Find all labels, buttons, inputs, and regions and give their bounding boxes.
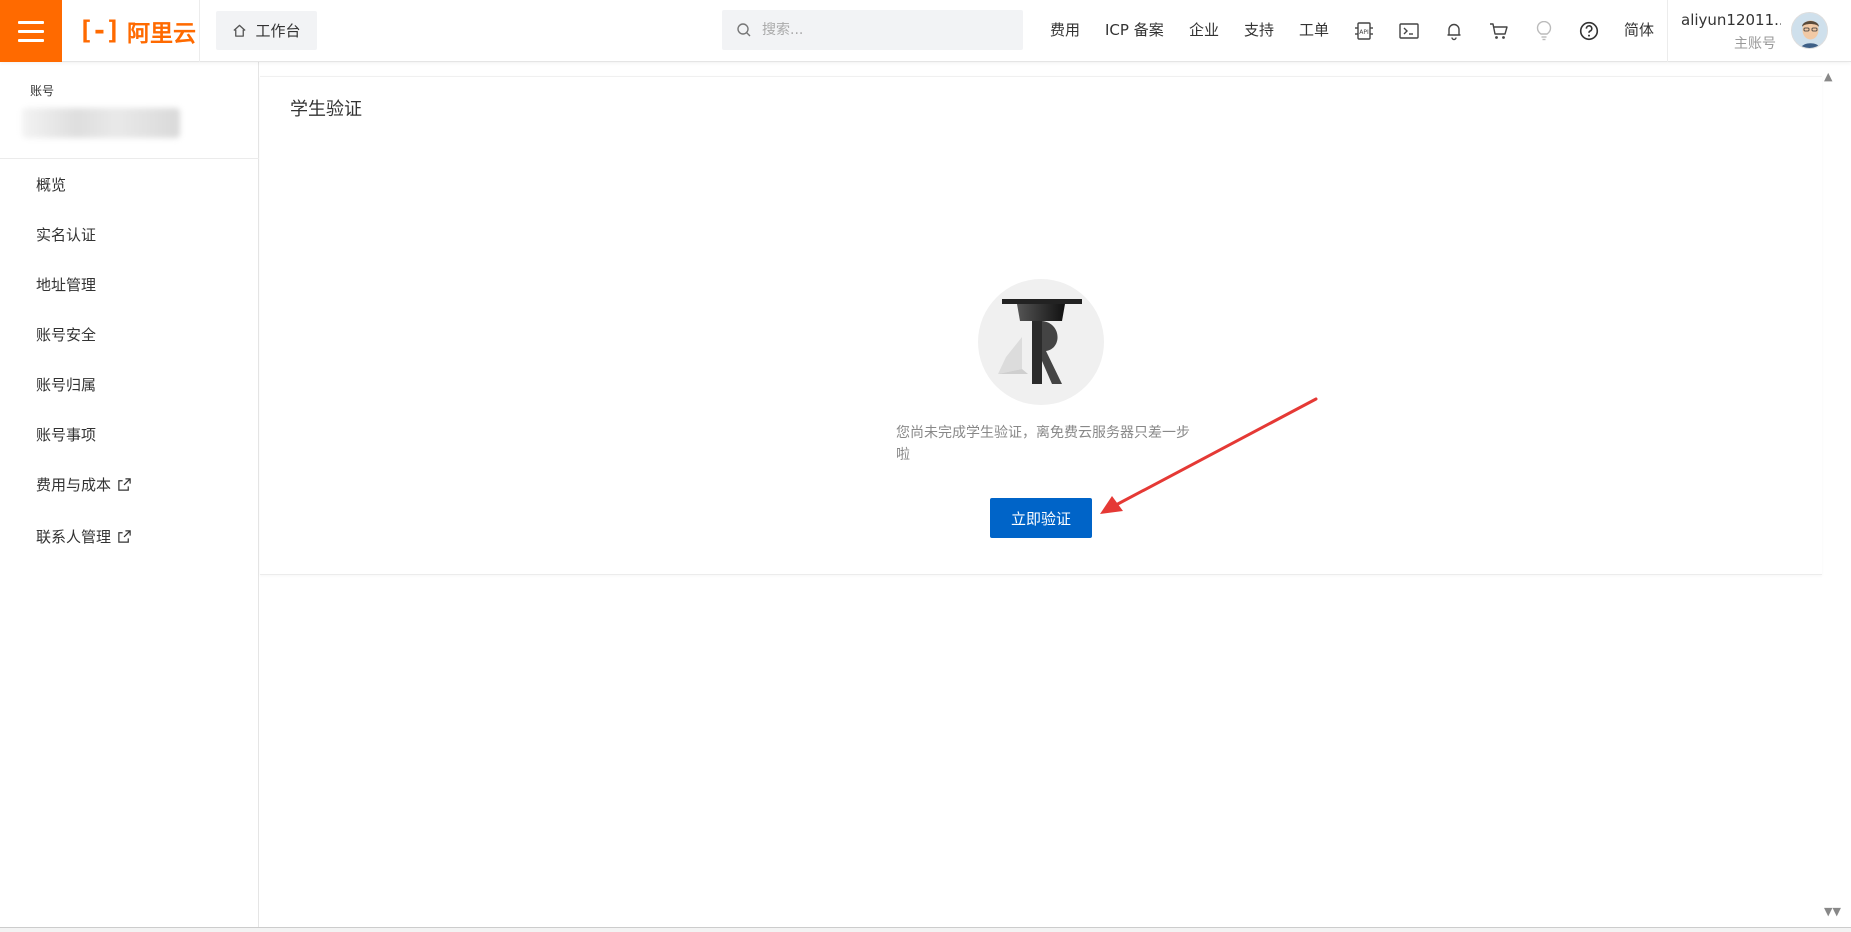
nav-enterprise[interactable]: 企业 — [1189, 19, 1219, 40]
avatar-image — [1792, 13, 1827, 48]
sidebar-item-label: 账号安全 — [36, 326, 97, 344]
sidebar-item-security[interactable]: 账号安全 — [36, 324, 96, 345]
sidebar-item-real-name-auth[interactable]: 实名认证 — [36, 224, 96, 245]
nav-support[interactable]: 支持 — [1244, 19, 1274, 40]
external-link-icon — [118, 478, 131, 491]
scroll-down-arrow[interactable]: ▼▼ — [1824, 905, 1841, 918]
sidebar-item-label: 账号归属 — [36, 376, 97, 394]
sidebar-item-overview[interactable]: 概览 — [36, 174, 66, 195]
search-icon — [737, 23, 751, 37]
sidebar-item-account-matters[interactable]: 账号事项 — [36, 424, 96, 445]
menu-button[interactable] — [0, 0, 62, 62]
logo-mark: [-] — [78, 16, 121, 46]
sidebar-item-address[interactable]: 地址管理 — [36, 274, 96, 295]
menu-icon-line — [18, 29, 44, 33]
user-role: 主账号 — [1734, 36, 1776, 52]
nav-cost[interactable]: 费用 — [1050, 19, 1080, 40]
language-switch[interactable]: 简体 — [1624, 19, 1654, 40]
sidebar-item-ownership[interactable]: 账号归属 — [36, 374, 96, 395]
avatar[interactable] — [1791, 12, 1828, 49]
divider — [0, 158, 259, 159]
external-link-icon — [118, 530, 131, 543]
nav-ticket[interactable]: 工单 — [1299, 19, 1329, 40]
workbench-button[interactable]: 工作台 — [216, 11, 317, 50]
user-name[interactable]: aliyun12011... — [1681, 11, 1781, 29]
help-icon[interactable] — [1577, 19, 1601, 43]
nav-icp-filing[interactable]: ICP 备案 — [1105, 19, 1164, 40]
graduation-cap-illustration — [978, 279, 1104, 405]
terminal-icon[interactable] — [1397, 19, 1421, 43]
lightbulb-icon[interactable] — [1532, 19, 1556, 43]
sidebar-item-cost[interactable]: 费用与成本 — [36, 474, 132, 495]
logo-text: 阿里云 — [126, 21, 196, 47]
api-icon[interactable]: API — [1352, 19, 1376, 43]
menu-icon-line — [18, 20, 44, 24]
search-box[interactable] — [722, 10, 1023, 50]
sidebar-item-label: 费用与成本 — [36, 476, 112, 494]
home-icon — [233, 24, 247, 37]
account-label: 账号 — [30, 84, 55, 98]
window-bottom-edge — [0, 927, 1851, 932]
scroll-up-arrow[interactable]: ▲ — [1824, 70, 1832, 83]
sidebar-item-contacts[interactable]: 联系人管理 — [36, 526, 132, 547]
cart-icon[interactable] — [1487, 19, 1511, 43]
sidebar-item-label: 联系人管理 — [36, 528, 112, 546]
top-navigation-bar: [-] 阿里云 工作台 费用 ICP 备案 企业 支持 工单 API — [0, 0, 1851, 62]
divider — [199, 0, 200, 62]
sidebar: 账号 概览 实名认证 地址管理 账号安全 账号归属 账号事项 费用与成本 联系人… — [0, 62, 259, 928]
page-title: 学生验证 — [290, 99, 362, 120]
student-verification-card: 学生验证 您尚未完成学生验证，离免费云服务器只差一步啦 立即验证 — [260, 76, 1822, 575]
aliyun-logo[interactable]: [-] 阿里云 — [78, 16, 196, 47]
workbench-label: 工作台 — [255, 22, 301, 40]
account-name-redacted — [22, 108, 180, 138]
verification-message: 您尚未完成学生验证，离免费云服务器只差一步啦 — [896, 425, 1190, 463]
svg-text:API: API — [1359, 29, 1369, 36]
search-input[interactable] — [762, 22, 1002, 38]
sidebar-item-label: 账号事项 — [36, 426, 97, 444]
sidebar-item-label: 实名认证 — [36, 226, 97, 244]
verify-now-button[interactable]: 立即验证 — [990, 498, 1092, 538]
sidebar-item-label: 概览 — [36, 176, 67, 194]
menu-icon-line — [18, 38, 44, 42]
bell-icon[interactable] — [1442, 19, 1466, 43]
divider — [1667, 0, 1668, 62]
sidebar-item-label: 地址管理 — [36, 276, 97, 294]
